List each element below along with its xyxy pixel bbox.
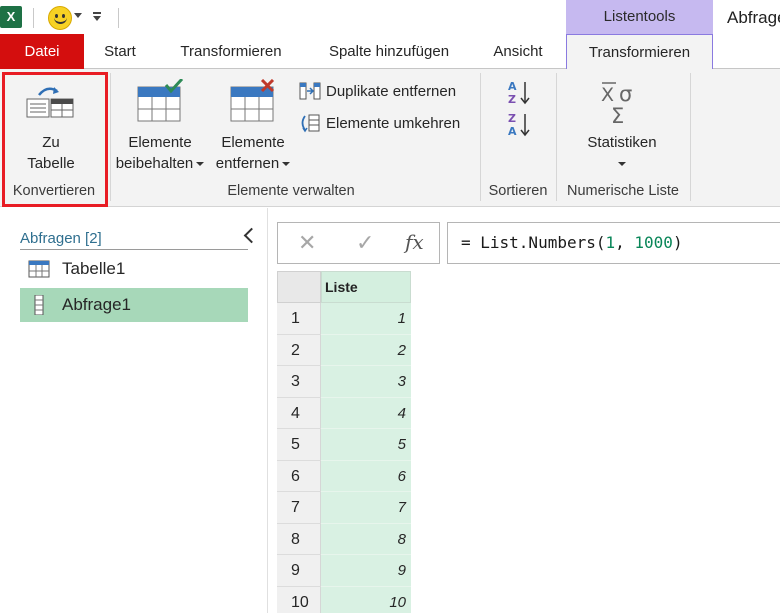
tab-file[interactable]: Datei xyxy=(0,34,84,69)
sort-ascending-icon: A Z xyxy=(508,80,530,106)
customize-qat-icon[interactable] xyxy=(92,12,102,22)
chevron-down-icon[interactable] xyxy=(74,13,82,18)
excel-icon[interactable]: X xyxy=(0,6,22,28)
svg-text:A: A xyxy=(508,125,517,138)
queries-pane: Abfragen [2] Tabelle1 Abfrage1 xyxy=(0,208,268,613)
svg-text:Z: Z xyxy=(508,112,516,125)
confirm-formula-icon[interactable]: ✓ xyxy=(356,231,374,256)
row-number[interactable]: 6 xyxy=(277,460,321,492)
statistics-icon: X σ Σ xyxy=(601,82,632,127)
group-separator xyxy=(110,73,111,201)
column-header-liste[interactable]: Liste xyxy=(321,271,411,303)
svg-text:X: X xyxy=(601,84,614,106)
remove-duplicates-icon xyxy=(299,80,321,102)
list-icon xyxy=(28,294,50,316)
tab-add-column[interactable]: Spalte hinzufügen xyxy=(316,34,462,69)
tab-list-transform[interactable]: Transformieren xyxy=(566,34,713,70)
reverse-items-button[interactable]: Elemente umkehren xyxy=(299,111,460,135)
title-bar: X Listentools Abfrage1 xyxy=(0,0,780,36)
table-icon xyxy=(28,259,50,279)
tab-view[interactable]: Ansicht xyxy=(484,34,552,69)
keep-items-icon xyxy=(137,79,184,122)
grid-cell[interactable]: 3 xyxy=(321,366,411,398)
row-number[interactable]: 3 xyxy=(277,366,321,398)
svg-text:Z: Z xyxy=(508,93,516,106)
formula-controls: ✕ ✓ fx xyxy=(277,222,440,264)
remove-items-label-line1: Elemente xyxy=(221,134,285,151)
tab-transform[interactable]: Transformieren xyxy=(170,34,292,69)
query-item-abfrage1[interactable]: Abfrage1 xyxy=(20,288,248,322)
row-number[interactable]: 8 xyxy=(277,523,321,555)
row-number[interactable]: 10 xyxy=(277,586,321,613)
group-label-manage-items: Elemente verwalten xyxy=(227,183,355,199)
sort-descending-button[interactable]: Z A xyxy=(506,111,532,139)
dropdown-caret-icon xyxy=(196,162,205,167)
svg-text:σ: σ xyxy=(619,82,632,106)
remove-duplicates-label: Duplikate entfernen xyxy=(326,82,457,100)
remove-items-label-line2: entfernen xyxy=(215,155,280,172)
grid-corner[interactable] xyxy=(277,271,321,303)
group-separator xyxy=(690,73,691,201)
sort-descending-icon: Z A xyxy=(508,112,530,138)
grid-cell[interactable]: 1 xyxy=(321,303,411,335)
grid-cell[interactable]: 9 xyxy=(321,555,411,587)
formula-separator: , xyxy=(615,233,635,252)
reverse-items-label: Elemente umkehren xyxy=(326,114,461,132)
grid-cell[interactable]: 10 xyxy=(321,586,411,613)
reverse-items-icon xyxy=(299,112,321,134)
svg-text:Σ: Σ xyxy=(611,104,624,127)
row-number[interactable]: 9 xyxy=(277,555,321,587)
ribbon-tabs: Datei Start Transformieren Spalte hinzuf… xyxy=(0,34,780,70)
insert-function-icon[interactable]: fx xyxy=(405,230,424,254)
query-item-tabelle1[interactable]: Tabelle1 xyxy=(20,252,248,286)
keep-items-label-line2: beibehalten xyxy=(115,155,194,172)
collapse-pane-icon[interactable] xyxy=(243,226,257,246)
qat-separator xyxy=(118,8,119,28)
cancel-formula-icon[interactable]: ✕ xyxy=(298,231,316,256)
grid-cell[interactable]: 7 xyxy=(321,492,411,524)
smiley-feedback-icon[interactable] xyxy=(48,6,72,30)
dropdown-caret-icon xyxy=(282,162,291,167)
keep-items-label-line1: Elemente xyxy=(128,134,192,151)
statistics-label: Statistiken xyxy=(587,134,657,151)
group-separator xyxy=(480,73,481,201)
formula-arg1: 1 xyxy=(605,233,616,252)
grid-cell[interactable]: 8 xyxy=(321,523,411,555)
highlight-box xyxy=(2,72,108,207)
row-number[interactable]: 1 xyxy=(277,303,321,335)
svg-text:A: A xyxy=(508,80,517,93)
qat-separator xyxy=(33,8,34,28)
row-number[interactable]: 4 xyxy=(277,397,321,429)
dropdown-caret-icon xyxy=(618,162,626,167)
remove-duplicates-button[interactable]: Duplikate entfernen xyxy=(299,79,456,103)
grid-cell[interactable]: 6 xyxy=(321,460,411,492)
formula-input[interactable]: = List.Numbers(1, 1000) xyxy=(447,222,780,264)
query-item-label: Abfrage1 xyxy=(62,295,131,314)
formula-suffix: ) xyxy=(672,233,683,252)
row-number[interactable]: 5 xyxy=(277,429,321,461)
formula-prefix: = List.Numbers( xyxy=(461,233,606,252)
group-label-sort: Sortieren xyxy=(488,183,548,199)
grid-cell[interactable]: 4 xyxy=(321,397,411,429)
remove-items-icon xyxy=(230,79,275,122)
queries-pane-header: Abfragen [2] xyxy=(20,230,248,250)
ribbon: Zu Tabelle Konvertieren Elemente beibeha… xyxy=(0,69,780,207)
row-number[interactable]: 2 xyxy=(277,334,321,366)
sort-ascending-button[interactable]: A Z xyxy=(506,79,532,107)
row-number[interactable]: 7 xyxy=(277,492,321,524)
group-separator xyxy=(556,73,557,201)
window-title: Abfrage1 xyxy=(727,8,780,27)
group-label-numeric-list: Numerische Liste xyxy=(566,183,679,199)
context-tab-group-label: Listentools xyxy=(566,0,713,34)
formula-arg2: 1000 xyxy=(634,233,673,252)
grid-cell[interactable]: 5 xyxy=(321,429,411,461)
grid-cell[interactable]: 2 xyxy=(321,334,411,366)
query-item-label: Tabelle1 xyxy=(62,259,126,278)
tab-home[interactable]: Start xyxy=(96,34,144,69)
